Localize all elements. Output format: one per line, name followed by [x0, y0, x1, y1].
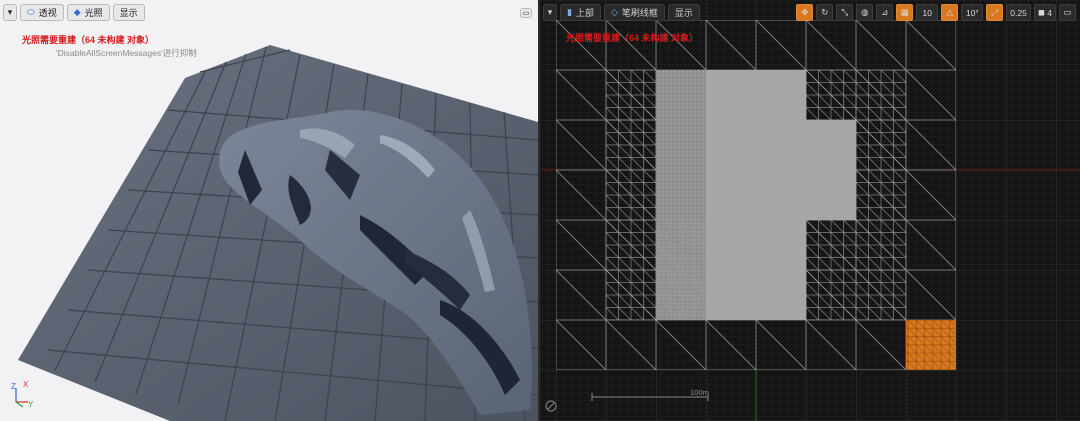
lit-button[interactable]: ◆ 光照 [66, 4, 110, 21]
lit-label: 光照 [84, 8, 103, 18]
grid-snap-value[interactable]: 10 [916, 4, 939, 21]
show-button[interactable]: 显示 [667, 4, 700, 21]
perspective-scene [18, 45, 538, 421]
rotate-snap-toggle[interactable]: △ [941, 4, 959, 21]
maximize-viewport-button[interactable]: ▭ [1059, 4, 1076, 21]
grid-icon: ▦ [900, 7, 909, 17]
lit-cube-icon: ◆ [73, 7, 81, 17]
lighting-rebuild-warning: 光照需要重建（64 未构建 对象） [22, 35, 155, 45]
maximize-icon: ▭ [522, 10, 530, 17]
axis-y-label: Y [28, 400, 34, 409]
angle-icon: △ [946, 7, 954, 17]
axis-gizmo: X Y Z [10, 380, 40, 410]
top-wireframe-scene [540, 0, 1080, 421]
camera-speed-button[interactable]: ◼ 4 [1033, 4, 1056, 21]
camera-icon: ◼ [1037, 7, 1045, 17]
view-type-label: 上部 [575, 8, 594, 18]
maximize-icon: ▭ [1063, 7, 1072, 17]
perspective-viewport[interactable]: ▾ ⬭ 透视 ◆ 光照 显示 ▭ 光照需要重建（64 未构建 对象） 'Disa… [0, 0, 538, 421]
translate-tool-button[interactable]: ✥ [796, 4, 814, 21]
scale-snap-icon: ⤢ [991, 7, 999, 17]
show-button[interactable]: 显示 [112, 4, 145, 21]
top-viewport[interactable]: ▾ ▮ 上部 ◇ 笔刷线框 显示 ✥ ↻ ⤡ ◍ ⊿ ▦ 10 △ 10° ⤢ … [540, 0, 1080, 421]
top-viewport-toolbar: ▾ ▮ 上部 ◇ 笔刷线框 显示 [543, 4, 700, 21]
view-mode-button[interactable]: ◇ 笔刷线框 [603, 4, 665, 21]
rotate-icon: ↻ [821, 7, 829, 17]
maximize-viewport-button[interactable]: ▭ [520, 8, 532, 18]
perspective-icon: ⬭ [27, 7, 35, 17]
suppress-messages-hint: 'DisableAllScreenMessages'进行抑制 [56, 48, 197, 58]
surface-snap-icon: ⊿ [881, 7, 889, 17]
scale-icon: ⤡ [841, 7, 849, 17]
perspective-label: 透视 [38, 8, 57, 18]
viewport-menu-button[interactable]: ▾ [3, 4, 17, 21]
lighting-rebuild-warning: 光照需要重建（64 未构建 对象） [566, 33, 699, 43]
perspective-button[interactable]: ⬭ 透视 [20, 4, 64, 21]
top-view-icon: ▮ [567, 7, 572, 17]
chevron-down-icon: ▾ [7, 7, 13, 17]
coordinate-space-button[interactable]: ◍ [856, 4, 874, 21]
globe-icon: ◍ [861, 7, 869, 17]
show-label: 显示 [674, 8, 693, 18]
scale-snap-toggle[interactable]: ⤢ [986, 4, 1004, 21]
selected-component [906, 320, 956, 370]
view-type-button[interactable]: ▮ 上部 [560, 4, 601, 21]
view-mode-label: 笔刷线框 [621, 8, 658, 18]
scale-snap-value[interactable]: 0.25 [1006, 4, 1031, 21]
surface-snap-button[interactable]: ⊿ [876, 4, 894, 21]
show-label: 显示 [119, 8, 138, 18]
axis-x-label: X [23, 380, 29, 389]
landscape-wireframe [556, 20, 956, 370]
axis-z-label: Z [11, 382, 16, 391]
camera-speed-value: 4 [1047, 7, 1052, 18]
grid-snap-toggle[interactable]: ▦ [896, 4, 914, 21]
rotate-snap-value[interactable]: 10° [961, 4, 984, 21]
perspective-toolbar: ▾ ⬭ 透视 ◆ 光照 显示 [3, 4, 145, 21]
wireframe-icon: ◇ [610, 7, 618, 17]
scale-bar-label: 100m [690, 388, 709, 397]
viewport-menu-button[interactable]: ▾ [543, 4, 557, 21]
rotate-tool-button[interactable]: ↻ [816, 4, 834, 21]
axis-gizmo [544, 399, 558, 413]
move-icon: ✥ [801, 7, 809, 17]
chevron-down-icon: ▾ [547, 7, 553, 17]
scale-tool-button[interactable]: ⤡ [836, 4, 854, 21]
transform-toolbar: ✥ ↻ ⤡ ◍ ⊿ ▦ 10 △ 10° ⤢ 0.25 ◼ 4 ▭ [796, 4, 1076, 21]
